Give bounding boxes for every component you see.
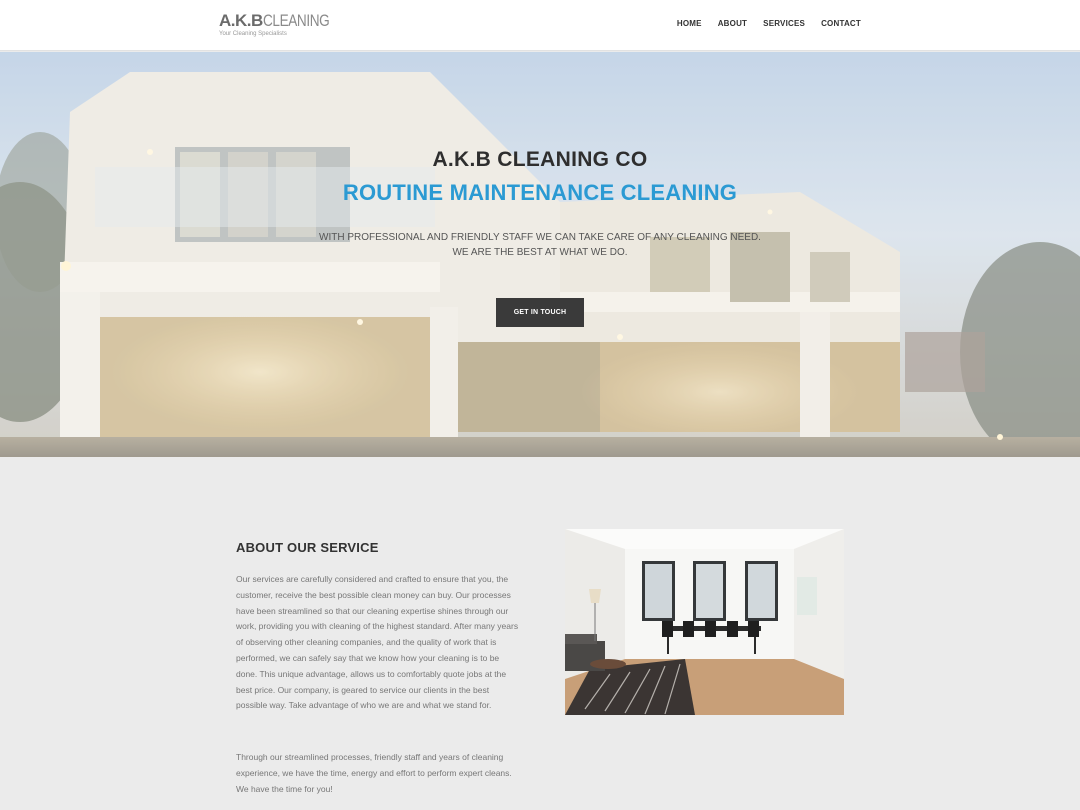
hero-section: A.K.B CLEANING CO ROUTINE MAINTENANCE CL… [0, 52, 1080, 457]
hero-description-line2: WE ARE THE BEST AT WHAT WE DO. [452, 247, 628, 258]
nav-about[interactable]: ABOUT [718, 19, 747, 28]
about-room-image [565, 529, 844, 715]
room-illustration [565, 529, 844, 715]
logo-bold-text: A.K.B [219, 11, 263, 30]
about-paragraph-1: Our services are carefully considered an… [236, 574, 519, 711]
main-nav: HOME ABOUT SERVICES CONTACT [661, 19, 861, 28]
hero-description: WITH PROFESSIONAL AND FRIENDLY STAFF WE … [0, 230, 1080, 260]
hero-title: A.K.B CLEANING CO [432, 148, 648, 171]
hero-description-line1: WITH PROFESSIONAL AND FRIENDLY STAFF WE … [319, 232, 761, 243]
nav-home[interactable]: HOME [677, 19, 702, 28]
about-title: ABOUT OUR SERVICE [236, 540, 379, 555]
site-header: A.K.BCLEANING Your Cleaning Specialists … [0, 0, 1080, 51]
logo-wordmark: A.K.BCLEANING [219, 11, 330, 30]
about-paragraph-2: Through our streamlined processes, frien… [236, 752, 512, 794]
hero-subtitle: ROUTINE MAINTENANCE CLEANING [342, 180, 738, 205]
logo-tagline: Your Cleaning Specialists [219, 31, 287, 37]
nav-services[interactable]: SERVICES [763, 19, 805, 28]
site-logo[interactable]: A.K.BCLEANING Your Cleaning Specialists [219, 11, 330, 40]
get-in-touch-button[interactable]: GET IN TOUCH [496, 298, 584, 327]
logo-light-text: CLEANING [262, 11, 330, 30]
nav-contact[interactable]: CONTACT [821, 19, 861, 28]
